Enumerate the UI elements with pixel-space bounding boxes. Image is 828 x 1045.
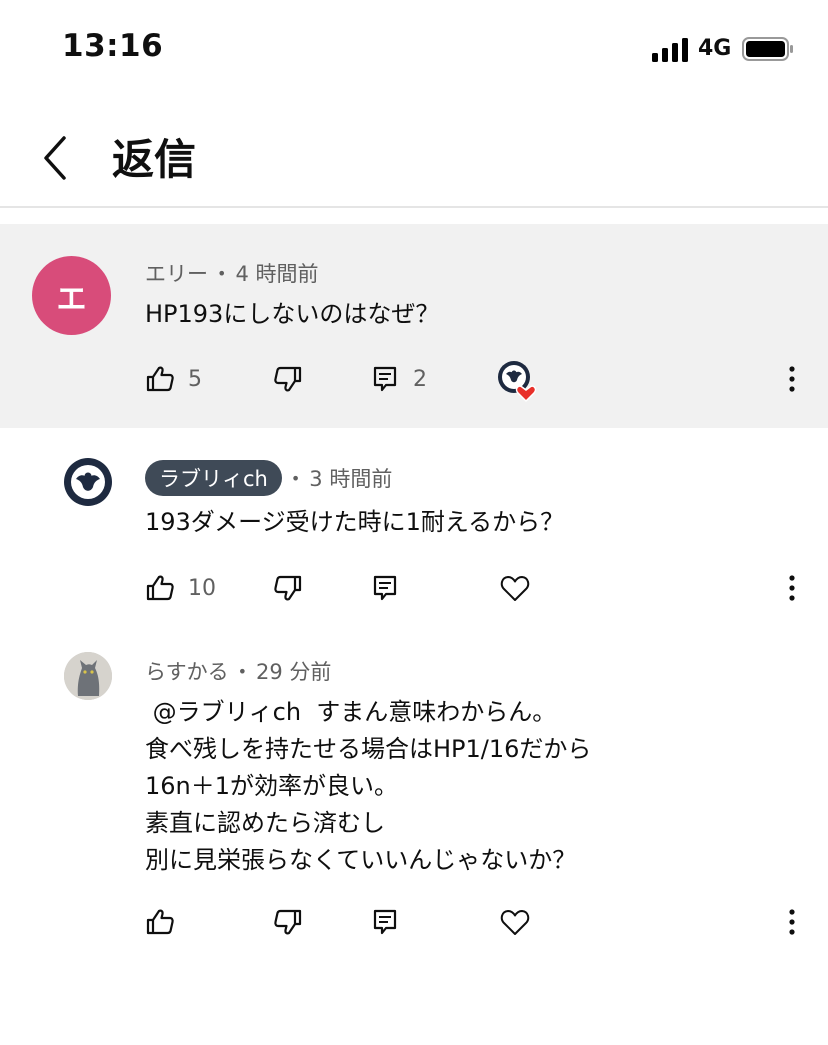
comment-time: 29 分前: [256, 660, 332, 684]
comment-author[interactable]: らすかる: [145, 656, 229, 686]
app-header: 返信: [0, 110, 828, 208]
comment-time: 3 時間前: [309, 467, 393, 491]
comment-author[interactable]: エリー: [145, 258, 208, 288]
status-bar: 13:16 4G: [0, 0, 828, 100]
thumbs-up-icon: [146, 366, 174, 392]
comment-text-line: 食べ残しを持たせる場合はHP1/16だから: [145, 735, 592, 763]
comment-actions: [0, 902, 828, 942]
reply-comment: ラブリィch • 3 時間前 193ダメージ受けた時に1耐えるから？ 10: [0, 428, 828, 628]
signal-strength-icon: [652, 38, 688, 62]
heart-icon: [500, 576, 530, 601]
comment-text: HP193にしないのはなぜ？: [145, 296, 439, 333]
page-title: 返信: [112, 135, 197, 184]
dislike-button[interactable]: [273, 359, 303, 399]
like-count: 10: [188, 575, 216, 601]
heart-button[interactable]: [500, 568, 530, 608]
comment-text-line: HP193にしないのはなぜ？: [145, 300, 440, 328]
comment-text-line: 素直に認めたら済むし: [145, 809, 385, 837]
like-button[interactable]: 10: [145, 568, 216, 608]
dislike-button[interactable]: [273, 902, 303, 942]
reply-icon: [373, 909, 397, 935]
thumbs-down-icon: [274, 366, 302, 392]
separator-dot: •: [290, 468, 301, 488]
status-time: 13:16: [62, 28, 164, 64]
thumbs-down-icon: [274, 575, 302, 601]
reply-icon: [373, 366, 397, 392]
avatar[interactable]: [64, 458, 112, 506]
comment-time: 4 時間前: [235, 262, 319, 286]
comment-text-line: @ラブリィch すまん意味わからん。: [145, 698, 557, 726]
more-vert-icon[interactable]: [780, 359, 804, 399]
reply-count: 2: [413, 366, 427, 392]
comment-text: @ラブリィch すまん意味わからん。 食べ残しを持たせる場合はHP1/16だから…: [145, 694, 591, 879]
back-arrow-icon[interactable]: [36, 128, 80, 188]
reply-icon: [373, 575, 397, 601]
reply-comment: らすかる • 29 分前 @ラブリィch すまん意味わからん。 食べ残しを持たせ…: [0, 628, 828, 968]
reply-button[interactable]: [372, 902, 398, 942]
creator-heart-icon: [498, 361, 537, 402]
avatar[interactable]: [64, 652, 112, 700]
comment-meta: エリー • 4 時間前: [145, 258, 318, 288]
creator-heart: [497, 361, 539, 402]
separator-dot: •: [237, 661, 248, 681]
heart-button[interactable]: [500, 902, 530, 942]
comment-text-line: 別に見栄張らなくていいんじゃないか？: [145, 846, 577, 874]
separator-dot: •: [217, 263, 227, 283]
avatar-letter: エ: [56, 281, 87, 317]
comment-text: 193ダメージ受けた時に1耐えるから？: [145, 504, 564, 541]
network-type: 4G: [698, 36, 732, 61]
like-count: 5: [188, 366, 202, 392]
cat-avatar-icon: [64, 652, 112, 700]
comment-actions: 5 2: [0, 359, 828, 402]
thumbs-up-icon: [146, 909, 174, 935]
comment-meta: ラブリィch • 3 時間前: [145, 460, 392, 496]
channel-logo-icon: [71, 465, 105, 499]
dislike-button[interactable]: [273, 568, 303, 608]
comment-text-line: 16n＋1が効率が良い。: [145, 772, 399, 800]
creator-author-badge[interactable]: ラブリィch: [145, 460, 282, 496]
like-button[interactable]: [145, 902, 175, 942]
comment-meta: らすかる • 29 分前: [145, 656, 331, 686]
thumbs-down-icon: [274, 909, 302, 935]
comment-text-line: 193ダメージ受けた時に1耐えるから？: [145, 508, 565, 536]
heart-icon: [500, 910, 530, 935]
like-button[interactable]: 5: [145, 359, 202, 399]
parent-comment: エ エリー • 4 時間前 HP193にしないのはなぜ？ 5 2: [0, 224, 828, 428]
more-vert-icon[interactable]: [780, 568, 804, 608]
avatar[interactable]: エ: [32, 256, 111, 335]
reply-button[interactable]: [372, 568, 398, 608]
thumbs-up-icon: [146, 575, 174, 601]
comment-actions: 10: [0, 568, 828, 608]
reply-button[interactable]: 2: [372, 359, 427, 399]
more-vert-icon[interactable]: [780, 902, 804, 942]
battery-icon: [742, 37, 793, 61]
